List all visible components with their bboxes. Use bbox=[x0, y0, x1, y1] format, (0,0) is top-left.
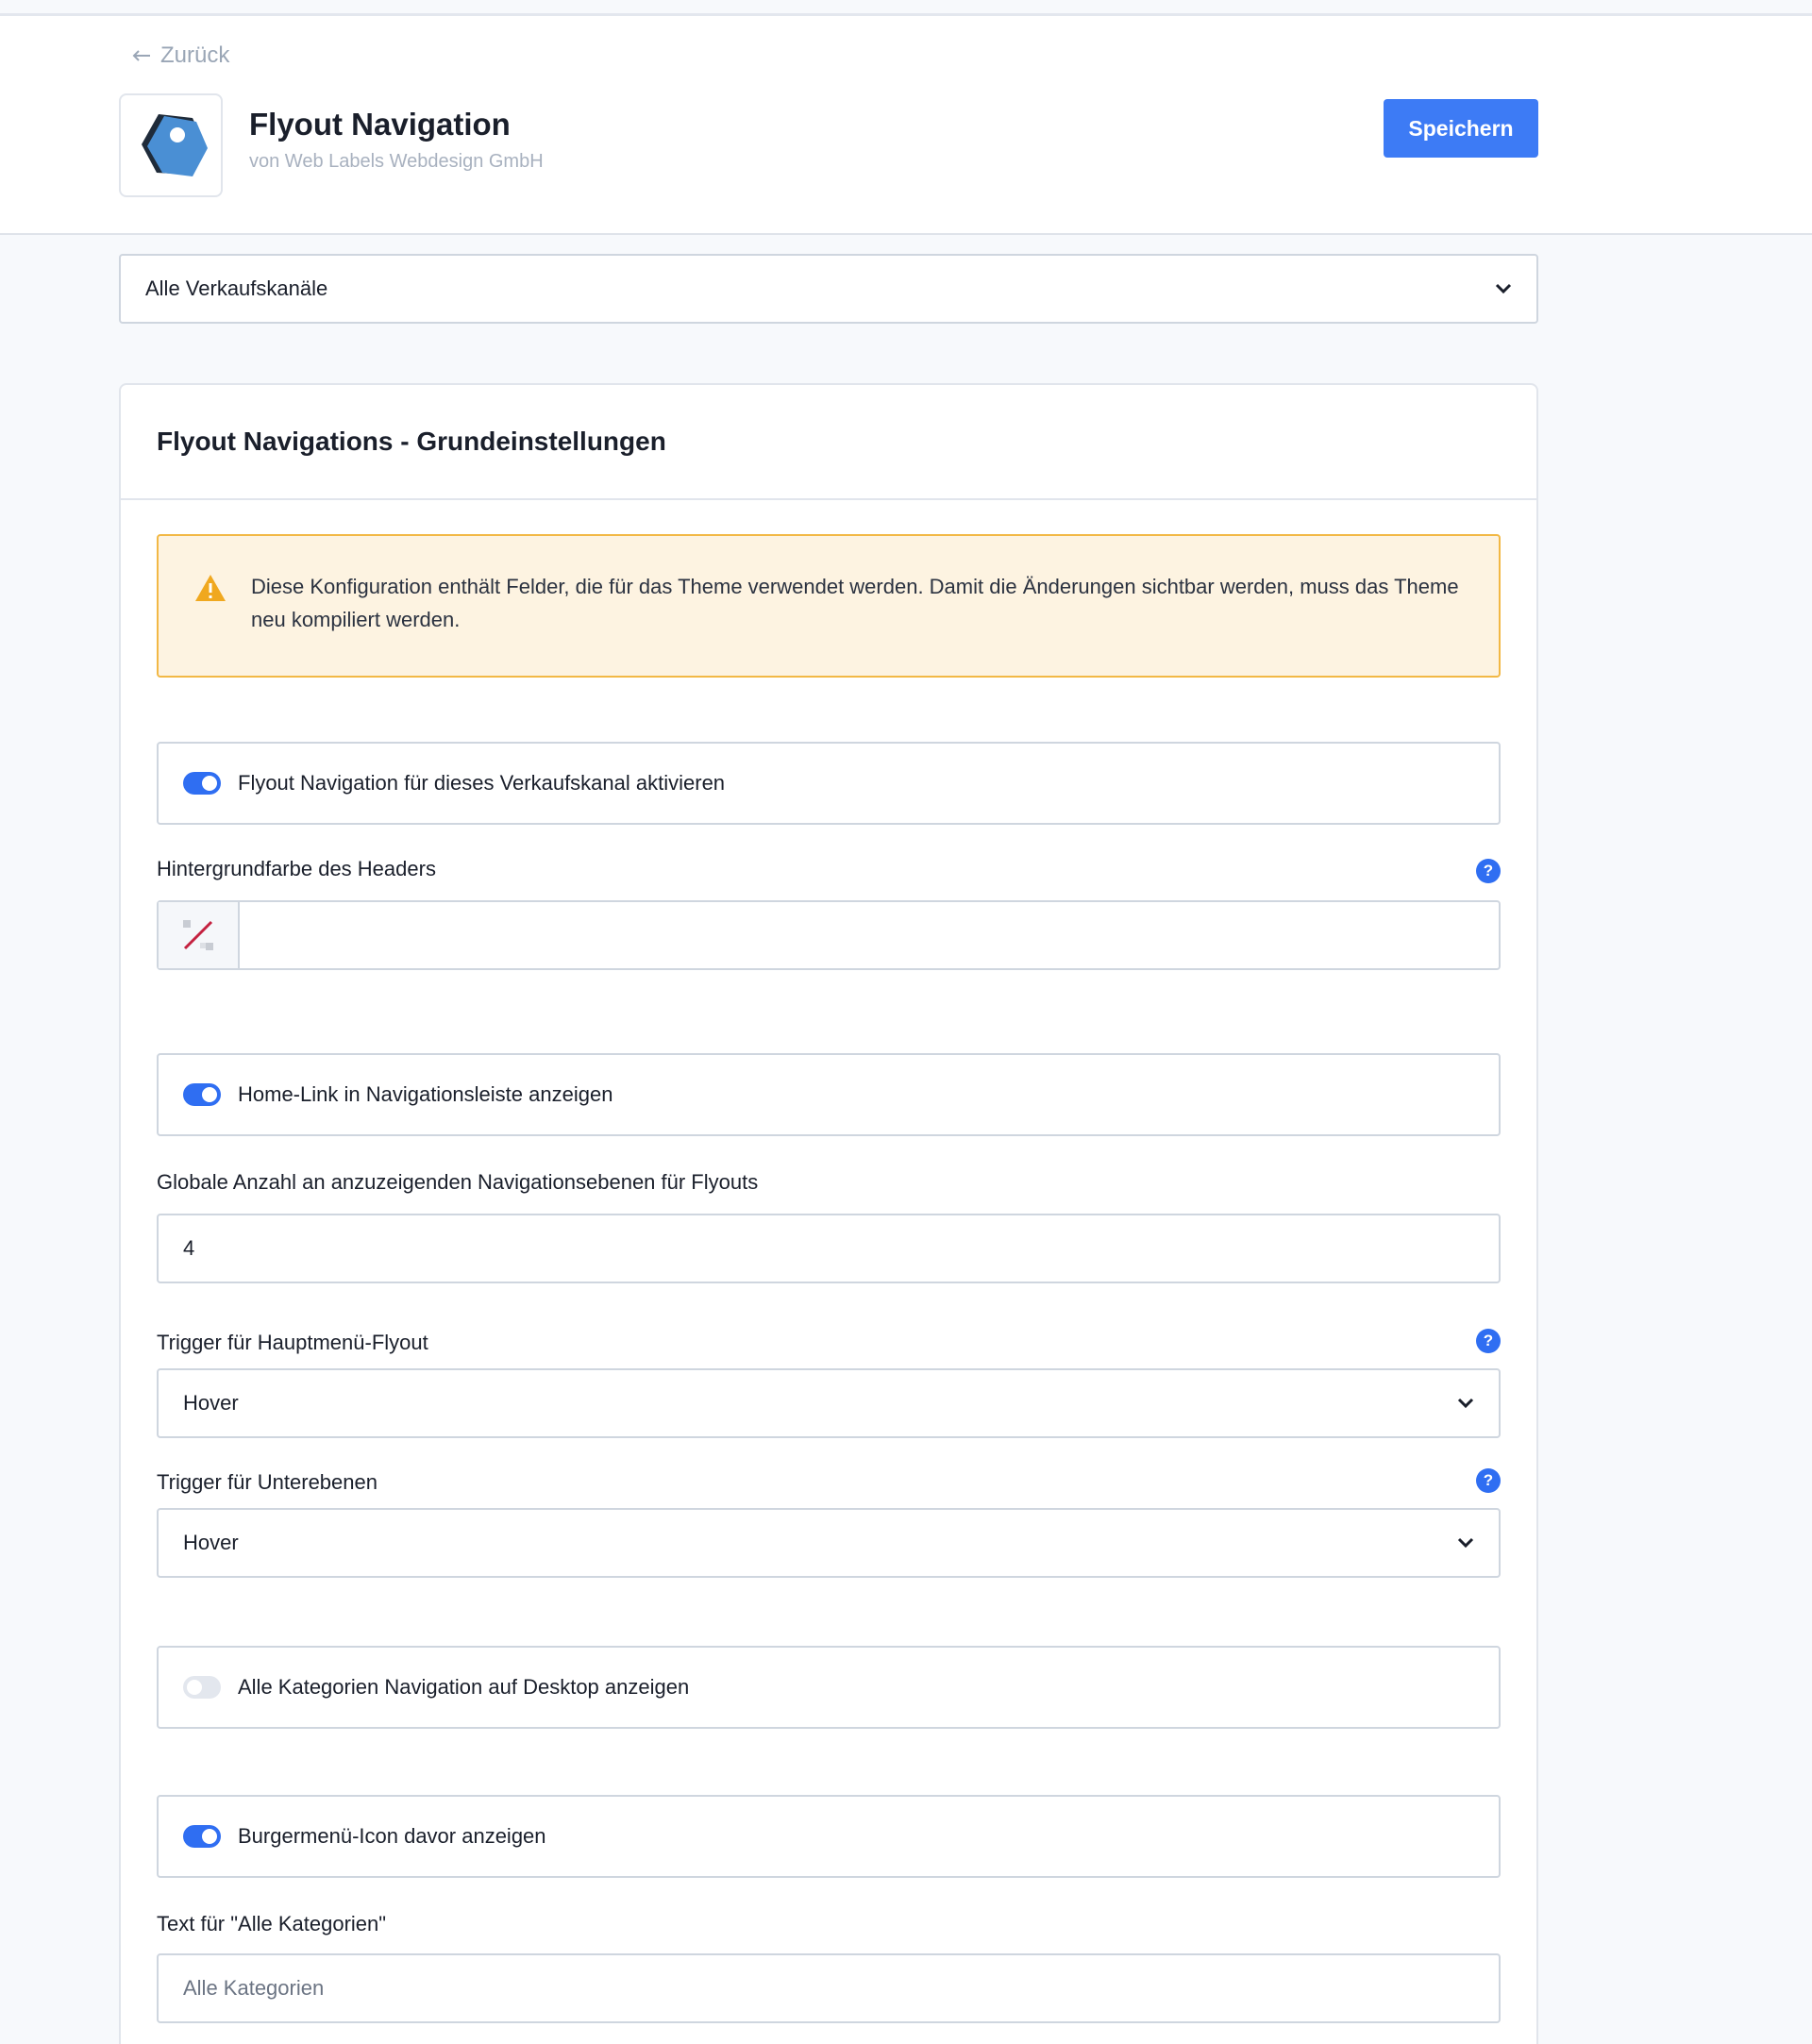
help-icon[interactable]: ? bbox=[1476, 859, 1501, 883]
main-trigger-value: Hover bbox=[183, 1391, 239, 1415]
toggle-switch-burger-icon[interactable] bbox=[183, 1825, 221, 1848]
theme-warning: Diese Konfiguration enthält Felder, die … bbox=[157, 534, 1501, 678]
settings-card: Flyout Navigations - Grundeinstellungen … bbox=[119, 383, 1538, 2044]
color-swatch[interactable] bbox=[159, 902, 240, 968]
field-label-all-categories-text: Text für "Alle Kategorien" bbox=[157, 1912, 387, 1935]
tag-icon bbox=[142, 114, 208, 176]
toggle-switch-flyout-active[interactable] bbox=[183, 772, 221, 795]
chevron-down-icon bbox=[1457, 1398, 1474, 1409]
toggle-switch-home-link[interactable] bbox=[183, 1083, 221, 1106]
save-button[interactable]: Speichern bbox=[1384, 99, 1538, 158]
toggle-label: Home-Link in Navigationsleiste anzeigen bbox=[238, 1082, 613, 1106]
main-trigger-select[interactable]: Hover bbox=[157, 1368, 1501, 1438]
chevron-down-icon bbox=[1495, 283, 1512, 294]
toggle-row-burger-icon: Burgermenü-Icon davor anzeigen bbox=[157, 1795, 1501, 1878]
field-label-levels: Globale Anzahl an anzuzeigenden Navigati… bbox=[157, 1170, 759, 1194]
levels-input[interactable]: 4 bbox=[157, 1214, 1501, 1283]
toggle-label: Alle Kategorien Navigation auf Desktop a… bbox=[238, 1675, 690, 1699]
header-bg-color-field[interactable] bbox=[157, 900, 1501, 970]
app-logo bbox=[119, 93, 223, 197]
field-label-main-trigger: Trigger für Hauptmenü-Flyout bbox=[157, 1331, 428, 1354]
back-link[interactable]: Zurück bbox=[132, 42, 229, 69]
field-label-sub-trigger: Trigger für Unterebenen bbox=[157, 1470, 378, 1494]
toggle-row-home-link: Home-Link in Navigationsleiste anzeigen bbox=[157, 1053, 1501, 1136]
no-color-icon bbox=[183, 920, 213, 950]
all-categories-placeholder: Alle Kategorien bbox=[183, 1976, 325, 2000]
toggle-row-flyout-active: Flyout Navigation für dieses Verkaufskan… bbox=[157, 742, 1501, 825]
chevron-down-icon bbox=[1457, 1537, 1474, 1549]
sub-trigger-value: Hover bbox=[183, 1531, 239, 1554]
levels-value: 4 bbox=[183, 1236, 195, 1260]
toggle-row-all-categories: Alle Kategorien Navigation auf Desktop a… bbox=[157, 1646, 1501, 1729]
app-vendor: von Web Labels Webdesign GmbH bbox=[249, 151, 544, 172]
sub-trigger-select[interactable]: Hover bbox=[157, 1508, 1501, 1578]
toggle-switch-all-categories[interactable] bbox=[183, 1676, 221, 1699]
card-title: Flyout Navigations - Grundeinstellungen bbox=[121, 385, 1536, 500]
toggle-label: Burgermenü-Icon davor anzeigen bbox=[238, 1824, 546, 1848]
help-icon[interactable]: ? bbox=[1476, 1468, 1501, 1493]
sales-channel-value: Alle Verkaufskanäle bbox=[145, 276, 328, 300]
sales-channel-select[interactable]: Alle Verkaufskanäle bbox=[119, 254, 1538, 324]
all-categories-text-input[interactable]: Alle Kategorien bbox=[157, 1953, 1501, 2023]
back-label: Zurück bbox=[160, 42, 230, 68]
warning-icon bbox=[195, 575, 226, 601]
warning-text: Diese Konfiguration enthält Felder, die … bbox=[251, 575, 1459, 631]
field-label-header-bg: Hintergrundfarbe des Headers bbox=[157, 857, 436, 880]
toggle-label: Flyout Navigation für dieses Verkaufskan… bbox=[238, 771, 726, 795]
help-icon[interactable]: ? bbox=[1476, 1329, 1501, 1353]
app-title: Flyout Navigation bbox=[249, 107, 511, 142]
page-header: Zurück Flyout Navigation von Web Labels … bbox=[0, 16, 1812, 235]
arrow-left-icon bbox=[132, 50, 150, 61]
